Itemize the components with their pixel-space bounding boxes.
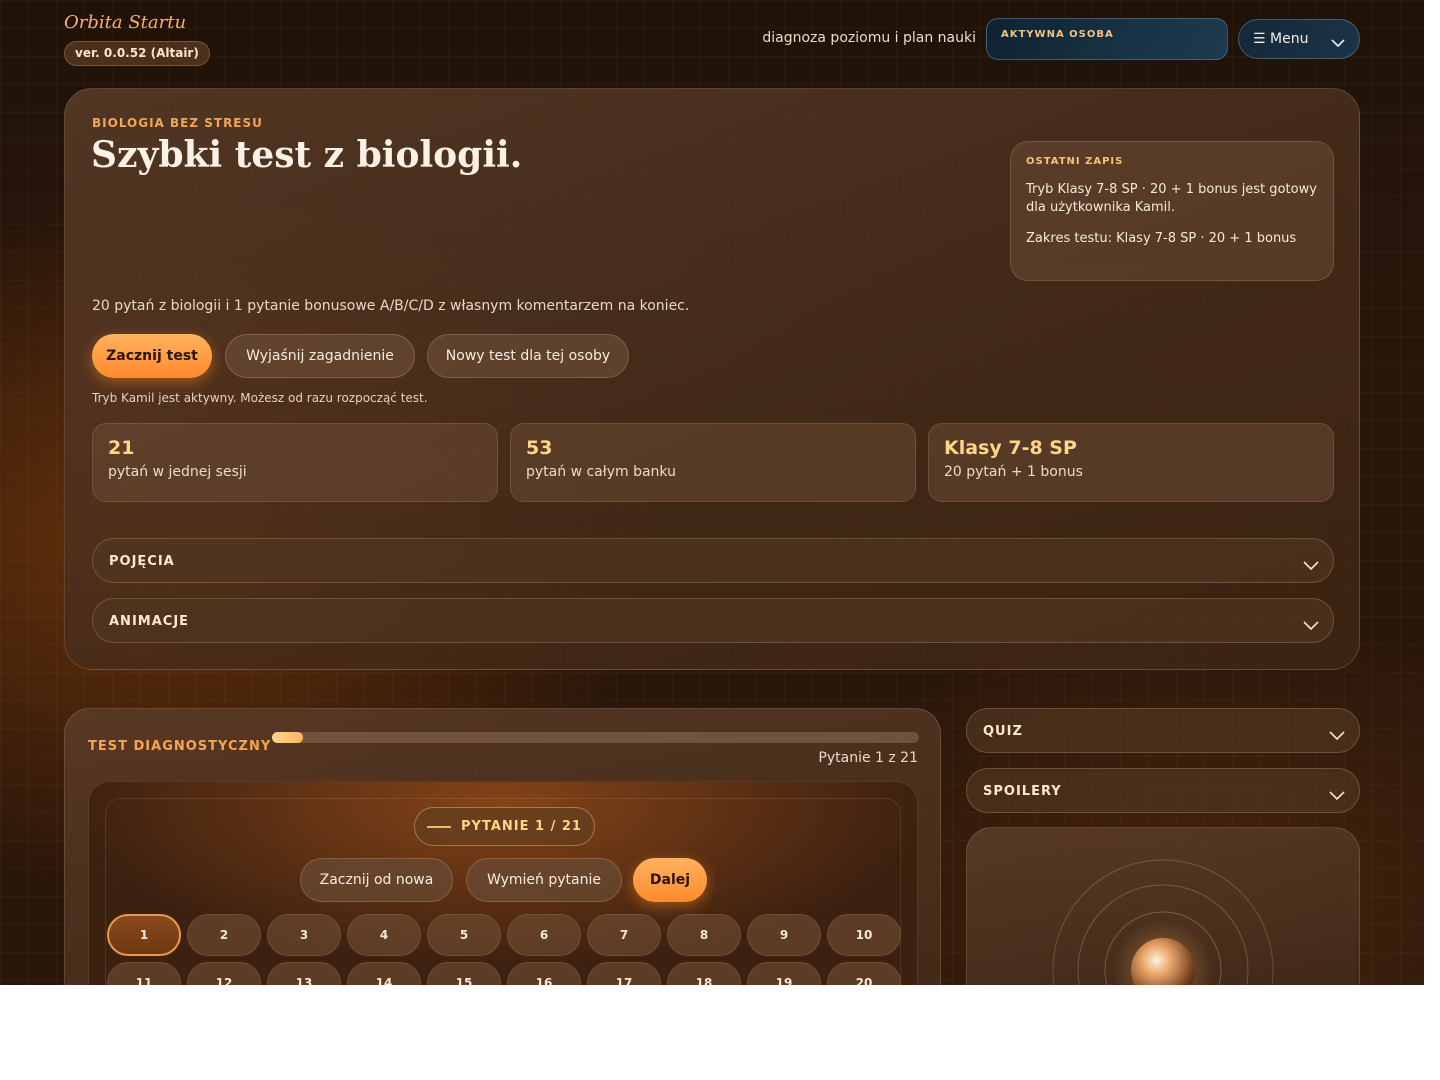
- question-number-button[interactable]: 13: [267, 962, 341, 985]
- question-number-button[interactable]: 2: [187, 914, 261, 956]
- start-test-button[interactable]: Zacznij test: [92, 334, 212, 378]
- question-number-button[interactable]: 11: [107, 962, 181, 985]
- last-save-scope: Zakres testu: Klasy 7-8 SP · 20 + 1 bonu…: [1026, 231, 1297, 246]
- test-progress-bar: [272, 732, 919, 743]
- question-number-button[interactable]: 18: [667, 962, 741, 985]
- chevron-down-icon: [1331, 33, 1345, 52]
- menu-button[interactable]: ☰ Menu: [1238, 19, 1360, 59]
- stat-label: pytań w jednej sesji: [108, 464, 247, 480]
- stat-value: 53: [526, 437, 553, 459]
- test-title: TEST DIAGNOSTYCZNY: [88, 739, 272, 754]
- next-button[interactable]: Dalej: [633, 858, 707, 902]
- menu-button-label: ☰ Menu: [1253, 31, 1309, 47]
- explain-topic-button[interactable]: Wyjaśnij zagadnienie: [225, 334, 415, 378]
- last-save-text: Tryb Klasy 7-8 SP · 20 + 1 bonus jest go…: [1026, 182, 1317, 215]
- question-number-button[interactable]: 7: [587, 914, 661, 956]
- question-pill: PYTANIE 1 / 21: [414, 807, 595, 846]
- question-number-button[interactable]: 5: [427, 914, 501, 956]
- question-number-button[interactable]: 12: [187, 962, 261, 985]
- brand-logo[interactable]: Orbita Startu: [64, 12, 186, 33]
- active-person-selector[interactable]: AKTYWNA OSOBA: [986, 18, 1228, 60]
- dash-icon: [427, 825, 452, 828]
- question-pill-label: PYTANIE 1 / 21: [461, 819, 582, 834]
- last-save-title: OSTATNI ZAPIS: [1026, 156, 1124, 167]
- stat-label: 20 pytań + 1 bonus: [944, 464, 1083, 480]
- chevron-down-icon: [1303, 615, 1319, 634]
- question-number-button[interactable]: 10: [827, 914, 901, 956]
- page-title: Szybki test z biologii.: [91, 134, 523, 176]
- accordion-spoilery[interactable]: SPOILERY: [966, 768, 1360, 813]
- hero-description: 20 pytań z biologii i 1 pytanie bonusowe…: [92, 298, 690, 314]
- last-save-card: OSTATNI ZAPIS Tryb Klasy 7-8 SP · 20 + 1…: [1010, 141, 1334, 281]
- new-test-button[interactable]: Nowy test dla tej osoby: [427, 334, 629, 378]
- question-number-button[interactable]: 6: [507, 914, 581, 956]
- stat-card-bank: 53 pytań w całym banku: [510, 423, 916, 502]
- chevron-down-icon: [1329, 725, 1345, 744]
- active-person-label: AKTYWNA OSOBA: [1001, 29, 1114, 40]
- accordion-label: POJĘCIA: [109, 554, 175, 569]
- stat-card-level: Klasy 7-8 SP 20 pytań + 1 bonus: [928, 423, 1334, 502]
- question-number-button[interactable]: 8: [667, 914, 741, 956]
- question-stage: PYTANIE 1 / 21 Zacznij od nowa Wymień py…: [88, 781, 918, 985]
- accordion-label: QUIZ: [983, 724, 1023, 739]
- app-root: Orbita Startu ver. 0.0.52 (Altair) diagn…: [0, 0, 1424, 985]
- question-number-button[interactable]: 15: [427, 962, 501, 985]
- question-number-button[interactable]: 1: [107, 914, 181, 956]
- question-number-button[interactable]: 14: [347, 962, 421, 985]
- orbit-illustration-card: [966, 827, 1360, 985]
- version-badge: ver. 0.0.52 (Altair): [64, 41, 210, 66]
- hero-status-text: Tryb Kamil jest aktywny. Możesz od razu …: [92, 391, 428, 405]
- question-number-button[interactable]: 16: [507, 962, 581, 985]
- question-number-button[interactable]: 3: [267, 914, 341, 956]
- swap-question-button[interactable]: Wymień pytanie: [466, 858, 622, 902]
- chevron-down-icon: [1303, 555, 1319, 574]
- question-number-button[interactable]: 20: [827, 962, 901, 985]
- header-tagline: diagnoza poziomu i plan nauki: [762, 30, 976, 46]
- question-number-button[interactable]: 17: [587, 962, 661, 985]
- restart-button[interactable]: Zacznij od nowa: [300, 858, 453, 902]
- stat-value: Klasy 7-8 SP: [944, 437, 1077, 459]
- stat-value: 21: [108, 437, 135, 459]
- question-counter: Pytanie 1 z 21: [818, 750, 918, 766]
- chevron-down-icon: [1329, 785, 1345, 804]
- stat-card-session: 21 pytań w jednej sesji: [92, 423, 498, 502]
- hero-eyebrow: BIOLOGIA BEZ STRESU: [92, 116, 263, 130]
- question-number-button[interactable]: 19: [747, 962, 821, 985]
- question-number-button[interactable]: 9: [747, 914, 821, 956]
- question-number-button[interactable]: 4: [347, 914, 421, 956]
- test-progress-fill: [272, 732, 304, 743]
- stat-label: pytań w całym banku: [526, 464, 676, 480]
- diagnostic-test-panel: TEST DIAGNOSTYCZNY Pytanie 1 z 21 PYTANI…: [64, 708, 941, 985]
- accordion-quiz[interactable]: QUIZ: [966, 708, 1360, 753]
- orbit-planet-icon: [1052, 859, 1274, 985]
- hero-panel: BIOLOGIA BEZ STRESU Szybki test z biolog…: [64, 88, 1360, 670]
- accordion-pojecia[interactable]: POJĘCIA: [92, 538, 1334, 583]
- accordion-label: ANIMACJE: [109, 614, 190, 629]
- accordion-animacje[interactable]: ANIMACJE: [92, 598, 1334, 643]
- accordion-label: SPOILERY: [983, 784, 1062, 799]
